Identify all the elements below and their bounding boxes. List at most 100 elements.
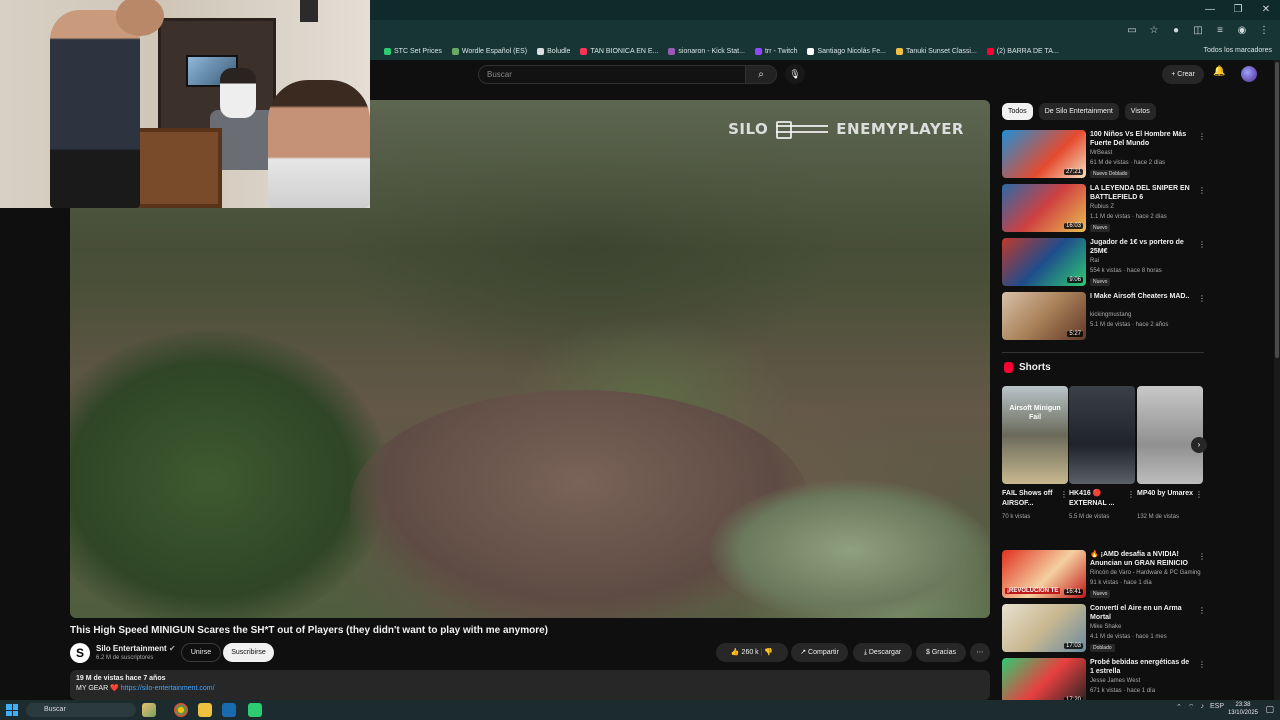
star-icon[interactable]: ☆ <box>1146 24 1162 38</box>
more-vert-icon[interactable]: ⋮ <box>1198 132 1206 141</box>
file-explorer-icon[interactable] <box>198 703 212 717</box>
recommended-channel[interactable]: MrBeast <box>1090 150 1112 156</box>
recommended-video-title[interactable]: 🔥 ¡AMD desafía a NVIDIA! Anuncian un GRA… <box>1090 550 1194 568</box>
more-actions-button[interactable]: ⋯ <box>970 643 990 662</box>
video-thumbnail[interactable]: 16:03 <box>1002 184 1086 232</box>
video-thumbnail[interactable]: 17:20 <box>1002 658 1086 706</box>
windows-start-icon[interactable] <box>6 704 18 716</box>
join-button[interactable]: Unirse <box>181 643 221 662</box>
shorts-next-button[interactable]: › <box>1191 437 1207 453</box>
video-thumbnail[interactable]: 17:03 <box>1002 604 1086 652</box>
more-vert-icon[interactable]: ⋮ <box>1060 490 1068 499</box>
tray-chevron-up-icon[interactable]: ⌃ <box>1176 703 1182 712</box>
taskbar-app-widget-icon[interactable] <box>142 703 156 717</box>
taskbar-app-green-icon[interactable] <box>248 703 262 717</box>
like-dislike-button[interactable]: 👍 260 k | 👎 <box>716 643 788 662</box>
chrome-icon[interactable] <box>174 703 188 717</box>
bookmark-item[interactable]: Wordle Español (ES) <box>451 47 527 55</box>
video-thumbnail[interactable]: 9:06 <box>1002 238 1086 286</box>
recommended-channel[interactable]: Rubius Z <box>1090 204 1114 210</box>
gear-link[interactable]: https://silo-entertainment.com/ <box>121 685 215 692</box>
recommended-video-title[interactable]: LA LEYENDA DEL SNIPER EN BATTLEFIELD 6 <box>1090 184 1194 202</box>
network-icon[interactable]: ⌔ <box>1188 703 1195 712</box>
video-thumbnail[interactable]: 27:21 <box>1002 130 1086 178</box>
recommended-channel[interactable]: kickingmustang <box>1090 312 1131 318</box>
short-title[interactable]: HK416 🔴 EXTERNAL ... <box>1069 489 1131 509</box>
section-divider <box>1002 352 1204 353</box>
more-vert-icon[interactable]: ⋮ <box>1198 240 1206 249</box>
recommended-video-title[interactable]: 100 Niños Vs El Hombre Más Fuerte Del Mu… <box>1090 130 1194 148</box>
bookmark-item[interactable]: Tanuki Sunset Classi... <box>895 47 977 55</box>
bookmark-item[interactable]: Santiago Nicolás Fe... <box>807 47 886 55</box>
download-button[interactable]: ⤓ Descargar <box>853 643 912 662</box>
all-bookmarks-link[interactable]: Todos los marcadores <box>1204 42 1272 60</box>
short-thumbnail[interactable] <box>1137 386 1203 484</box>
maximize-icon[interactable]: ❐ <box>1224 0 1252 20</box>
recommended-channel[interactable]: Rincón de Varo - Hardware & PC Gaming <box>1090 570 1201 576</box>
create-button[interactable]: + Crear <box>1162 65 1204 84</box>
more-vert-icon[interactable]: ⋮ <box>1256 24 1272 38</box>
steam-icon[interactable] <box>222 703 236 717</box>
more-vert-icon[interactable]: ⋮ <box>1127 490 1135 499</box>
bookmark-item[interactable]: TAN BIONICA EN E... <box>580 47 658 55</box>
taskbar-search[interactable]: Buscar <box>26 703 136 717</box>
video-thumbnail[interactable]: ¡REVOLUCIÓN TE 16:41 <box>1002 550 1086 598</box>
recommended-video-title[interactable]: Probé bebidas energéticas de 1 estrella <box>1090 658 1194 676</box>
account-avatar[interactable] <box>1241 66 1257 82</box>
bookmark-item[interactable]: (2) BARRA DE TA... <box>986 47 1059 55</box>
recommended-channel[interactable]: Rai <box>1090 258 1099 264</box>
recommended-video[interactable]: 9:06 Jugador de 1€ vs portero de 25M€ Rai 5… <box>1002 238 1206 288</box>
recommended-video-title[interactable]: I Make Airsoft Cheaters MAD.. <box>1090 292 1194 301</box>
profile-icon[interactable]: ◉ <box>1234 24 1250 38</box>
filter-chip[interactable]: De Silo Entertainment <box>1038 103 1119 120</box>
subscribe-button[interactable]: Suscribirse <box>223 643 274 662</box>
bookmark-item[interactable]: STC Set Prices <box>384 47 442 55</box>
more-vert-icon[interactable]: ⋮ <box>1198 660 1206 669</box>
recommended-channel[interactable]: Jesse James West <box>1090 678 1140 684</box>
filter-chip[interactable]: Vistos <box>1124 103 1156 120</box>
short-title[interactable]: FAIL Shows off AIRSOF... <box>1002 489 1064 509</box>
filter-chip[interactable]: Todos <box>1002 103 1033 120</box>
short-title[interactable]: MP40 by Umarex <box>1137 489 1199 499</box>
taskbar-clock[interactable]: 23:38 13/10/2025 <box>1228 701 1258 717</box>
extension-icon[interactable]: ● <box>1168 24 1184 38</box>
video-thumbnail[interactable]: 5:27 <box>1002 292 1086 340</box>
language-indicator[interactable]: ESP <box>1210 703 1224 712</box>
recommended-video-title[interactable]: Jugador de 1€ vs portero de 25M€ <box>1090 238 1194 256</box>
more-vert-icon[interactable]: ⋮ <box>1198 606 1206 615</box>
more-vert-icon[interactable]: ⋮ <box>1198 294 1206 303</box>
more-vert-icon[interactable]: ⋮ <box>1195 490 1203 499</box>
notifications-bell-icon[interactable]: 🔔 <box>1213 66 1225 77</box>
recommended-channel[interactable]: Mike Shake <box>1090 624 1121 630</box>
puzzle-icon[interactable]: ◫ <box>1190 24 1206 38</box>
volume-icon[interactable]: ♪ <box>1200 703 1204 712</box>
bookmark-item[interactable]: Boludle <box>537 47 570 55</box>
bookmark-item[interactable]: sionaron - Kick Stat... <box>668 47 745 55</box>
voice-search-button[interactable]: 🎙 <box>785 64 805 84</box>
more-vert-icon[interactable]: ⋮ <box>1198 552 1206 561</box>
more-vert-icon[interactable]: ⋮ <box>1198 186 1206 195</box>
channel-name[interactable]: Silo Entertainment ✔ <box>96 644 176 653</box>
video-duration: 17:03 <box>1063 643 1083 649</box>
share-button[interactable]: ↗ Compartir <box>791 643 848 662</box>
scrollbar-thumb[interactable] <box>1275 62 1279 358</box>
cast-icon[interactable]: ▭ <box>1124 24 1140 38</box>
recommended-video[interactable]: 5:27 I Make Airsoft Cheaters MAD.. kicking… <box>1002 292 1206 342</box>
notification-center-icon[interactable]: ▢ <box>1265 704 1274 715</box>
recommended-video[interactable]: 16:03 LA LEYENDA DEL SNIPER EN BATTLEFIEL… <box>1002 184 1206 234</box>
close-icon[interactable]: ✕ <box>1252 0 1280 20</box>
thanks-button[interactable]: $ Gracias <box>916 643 966 662</box>
recommended-video[interactable]: ¡REVOLUCIÓN TE 16:41 🔥 ¡AMD desafía a NVID… <box>1002 550 1206 600</box>
bookmark-item[interactable]: trr - Twitch <box>754 47 797 55</box>
recommended-video[interactable]: 27:21 100 Niños Vs El Hombre Más Fuerte D… <box>1002 130 1206 180</box>
search-button[interactable]: ⌕ <box>745 65 777 84</box>
recommended-video[interactable]: 17:03 Convertí el Aire en un Arma Mortal M… <box>1002 604 1206 654</box>
channel-avatar[interactable]: S <box>70 643 90 663</box>
recommended-video-title[interactable]: Convertí el Aire en un Arma Mortal <box>1090 604 1194 622</box>
short-thumbnail[interactable]: Airsoft Minigun Fail <box>1002 386 1068 484</box>
minimize-icon[interactable]: — <box>1196 0 1224 20</box>
search-input[interactable]: Buscar <box>478 65 746 84</box>
menu-list-icon[interactable]: ≡ <box>1212 24 1228 38</box>
short-thumbnail[interactable] <box>1069 386 1135 484</box>
description-box[interactable]: 19 M de vistas hace 7 años MY GEAR ❤️ ht… <box>70 670 990 700</box>
